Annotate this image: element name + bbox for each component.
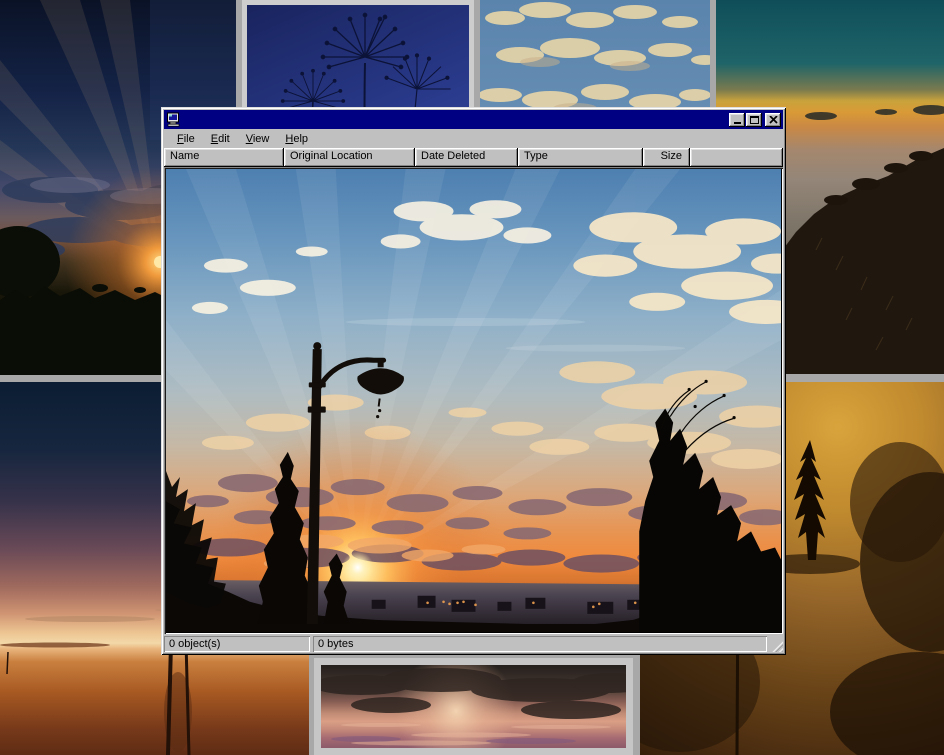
sunset-lamp-photo — [166, 169, 781, 632]
column-header-row: Name Original Location Date Deleted Type… — [164, 148, 783, 167]
minimize-button[interactable] — [729, 113, 745, 127]
menu-view[interactable]: View — [240, 131, 276, 147]
menu-file[interactable]: File — [171, 131, 201, 147]
status-bytes: 0 bytes — [313, 636, 767, 652]
status-bar: 0 object(s) 0 bytes — [164, 634, 783, 652]
reflections-photo — [321, 665, 626, 748]
menu-edit[interactable]: Edit — [205, 131, 236, 147]
recycle-bin-window[interactable]: File Edit View Help Name Original Locati… — [161, 107, 786, 655]
minimize-icon — [734, 122, 741, 124]
list-view[interactable] — [164, 167, 783, 634]
column-header-original-location[interactable]: Original Location — [284, 148, 415, 167]
column-header-type[interactable]: Type — [518, 148, 643, 167]
column-header-filler[interactable] — [690, 148, 783, 167]
wallpaper-tile-reflections — [314, 658, 633, 755]
maximize-icon — [750, 116, 759, 124]
maximize-button[interactable] — [746, 113, 762, 127]
column-header-date-deleted[interactable]: Date Deleted — [415, 148, 518, 167]
menu-bar: File Edit View Help — [164, 129, 783, 148]
close-icon — [769, 116, 778, 124]
menu-help[interactable]: Help — [279, 131, 314, 147]
column-header-size[interactable]: Size — [643, 148, 690, 167]
close-button[interactable] — [765, 113, 781, 127]
status-objects: 0 object(s) — [164, 636, 310, 652]
column-header-name[interactable]: Name — [164, 148, 284, 167]
computer-icon — [166, 112, 181, 127]
title-bar[interactable] — [164, 110, 783, 129]
resize-grip[interactable] — [770, 639, 783, 652]
